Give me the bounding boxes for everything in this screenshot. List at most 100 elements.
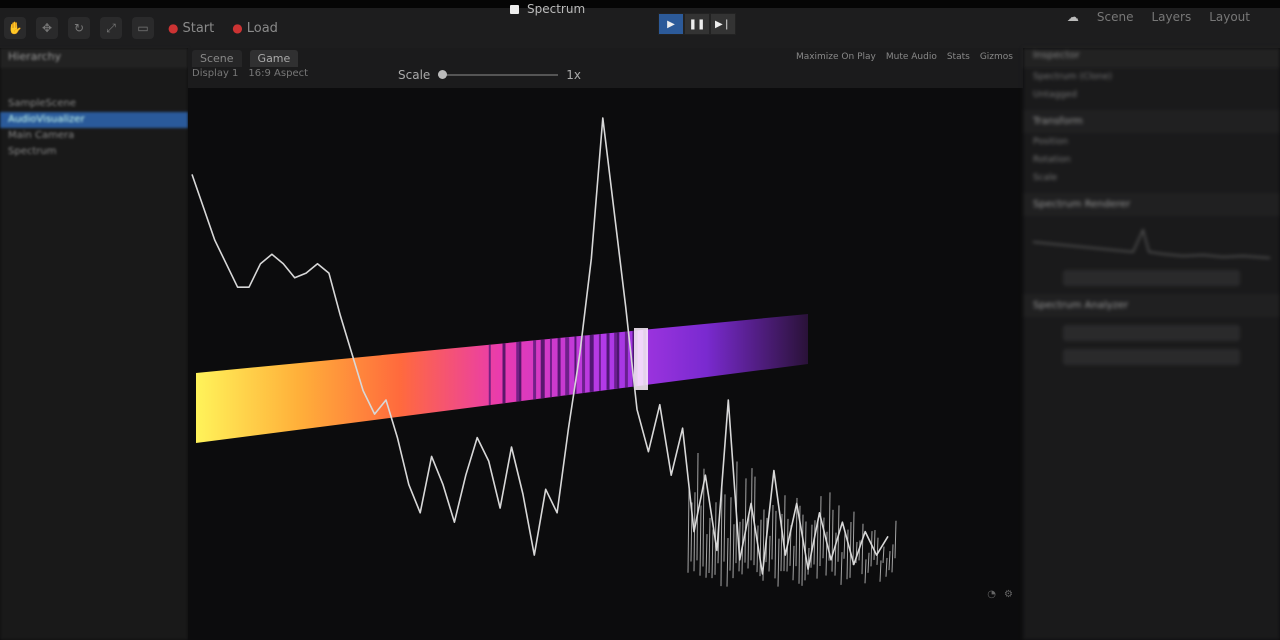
waveform-noise-spike — [828, 492, 831, 561]
waveform-noise-spike — [777, 538, 780, 587]
waveform-noise-spike — [867, 552, 870, 573]
scale-slider-knob[interactable] — [438, 70, 448, 79]
waveform-noise-spike — [738, 521, 741, 572]
gizmos-dropdown[interactable]: Gizmos — [980, 52, 1013, 62]
game-viewport[interactable]: ◔ ⚙ — [188, 88, 1023, 640]
waveform-noise-spike — [741, 518, 744, 575]
waveform-noise-spike — [879, 560, 882, 582]
waveform-noise-spike — [699, 505, 702, 576]
waveform-noise-spike — [801, 514, 804, 586]
cloud-icon[interactable]: ☁ — [1067, 10, 1079, 24]
waveform-noise-spike — [834, 532, 837, 576]
scene-dropdown[interactable]: Scene — [1097, 10, 1134, 24]
transform-row: Scale — [1033, 173, 1058, 183]
waveform-noise-spike — [804, 521, 807, 581]
spectrum-analyzer-section[interactable]: Spectrum Analyzer — [1023, 294, 1280, 317]
waveform-noise-spike — [735, 461, 738, 564]
hierarchy-item-selected[interactable]: AudioVisualizer — [0, 112, 188, 128]
waveform-noise-spike — [753, 476, 756, 566]
waveform-noise-spike — [831, 509, 834, 572]
waveform-noise-spike — [774, 510, 777, 579]
toolbar: ✋ ✥ ↻ ⤢ ▭ ● Start ● Load Spectrum ▶ ❚❚ ▶… — [0, 2, 1280, 48]
hand-tool-icon[interactable]: ✋ — [4, 17, 26, 39]
inspector-action-button[interactable] — [1063, 270, 1240, 286]
pause-button[interactable]: ❚❚ — [684, 13, 710, 35]
rotate-tool-icon[interactable]: ↻ — [68, 17, 90, 39]
toolbar-right: ☁ Scene Layers Layout — [1067, 10, 1250, 24]
scale-value: 1x — [566, 68, 582, 82]
game-view-header: Scene Game Display 1 16:9 Aspect Scale 1… — [188, 48, 1023, 88]
layers-dropdown[interactable]: Layers — [1151, 10, 1191, 24]
inspector-title: Inspector — [1023, 48, 1280, 68]
tab-scene[interactable]: Scene — [192, 50, 242, 67]
start-button[interactable]: ● Start — [164, 21, 218, 36]
waveform-noise-spike — [708, 517, 711, 573]
waveform-noise-spike — [840, 552, 843, 585]
mini-waveform — [1032, 228, 1271, 259]
maximize-on-play-toggle[interactable]: Maximize On Play — [796, 52, 876, 62]
waveform-noise-spike — [864, 559, 867, 584]
waveform-noise-spike — [711, 529, 714, 579]
waveform-noise-spike — [705, 534, 708, 578]
transform-section[interactable]: Transform — [1023, 110, 1280, 133]
spectrum-visualization — [191, 117, 897, 587]
mute-audio-toggle[interactable]: Mute Audio — [886, 52, 937, 62]
spectrum-band-fill — [196, 314, 808, 443]
waveform-noise-spike — [852, 511, 855, 565]
waveform-noise-spike — [819, 496, 822, 567]
hierarchy-item[interactable]: Spectrum — [0, 144, 188, 160]
tag-row: Untagged — [1023, 86, 1280, 104]
scale-label: Scale — [398, 68, 431, 82]
tab-game[interactable]: Game — [249, 50, 299, 67]
record-icon: ● — [232, 21, 243, 35]
load-button[interactable]: ● Load — [228, 21, 282, 36]
app-icon — [510, 4, 519, 14]
step-button[interactable]: ▶❘ — [710, 13, 736, 35]
waveform-noise-spike — [891, 544, 894, 573]
waveform-noise-spike — [765, 517, 768, 563]
rect-tool-icon[interactable]: ▭ — [132, 17, 154, 39]
view-tabs: Scene Game — [192, 50, 299, 67]
aspect-dropdown[interactable]: 16:9 Aspect — [248, 68, 308, 79]
settings-icon[interactable]: ⚙ — [1004, 589, 1013, 600]
waveform-noise-spike — [894, 520, 897, 559]
waveform-noise-spike — [876, 537, 879, 565]
viewport-corner-icons: ◔ ⚙ — [987, 589, 1013, 600]
tag-dropdown[interactable]: Untagged — [1033, 90, 1077, 100]
waveform-noise-spike — [786, 518, 789, 572]
inspector-action-button[interactable] — [1063, 349, 1240, 365]
waveform-noise-spike — [762, 509, 765, 581]
waveform-noise-spike — [885, 557, 888, 577]
waveform-noise-spike — [768, 535, 771, 572]
waveform-noise-spike — [693, 492, 696, 572]
waveform-noise-spike — [783, 495, 786, 572]
move-tool-icon[interactable]: ✥ — [36, 17, 58, 39]
inspector-action-button[interactable] — [1063, 325, 1240, 341]
display-dropdown[interactable]: Display 1 — [192, 68, 238, 79]
transform-row: Position — [1033, 137, 1069, 147]
monitor-bezel — [0, 0, 1280, 8]
layout-dropdown[interactable]: Layout — [1209, 10, 1250, 24]
waveform-noise-spike — [882, 546, 885, 563]
waveform-noise-spike — [843, 531, 846, 559]
waveform-noise-spike — [888, 551, 891, 571]
hierarchy-item[interactable]: SampleScene — [0, 96, 188, 112]
waveform-noise-spike — [858, 540, 861, 561]
waveform-noise-spike — [732, 524, 735, 579]
spectrum-renderer-section[interactable]: Spectrum Renderer — [1023, 193, 1280, 216]
waveform-noise-spike — [822, 517, 825, 559]
object-name[interactable]: Spectrum (Clone) — [1033, 72, 1112, 82]
view-options: Maximize On Play Mute Audio Stats Gizmos — [796, 52, 1013, 62]
audio-icon[interactable]: ◔ — [987, 589, 996, 600]
play-button[interactable]: ▶ — [658, 13, 684, 35]
stats-toggle[interactable]: Stats — [947, 52, 970, 62]
spectrum-peak-highlight — [634, 328, 648, 390]
window-title: Spectrum — [510, 2, 585, 16]
scale-tool-icon[interactable]: ⤢ — [100, 17, 122, 39]
mini-waveform-preview — [1032, 222, 1271, 262]
waveform-noise-spike — [714, 502, 717, 575]
hierarchy-item[interactable]: Main Camera — [0, 128, 188, 144]
scale-slider[interactable] — [438, 70, 559, 79]
waveform-noise-spike — [750, 468, 753, 561]
waveform-noise-spike — [873, 530, 876, 560]
